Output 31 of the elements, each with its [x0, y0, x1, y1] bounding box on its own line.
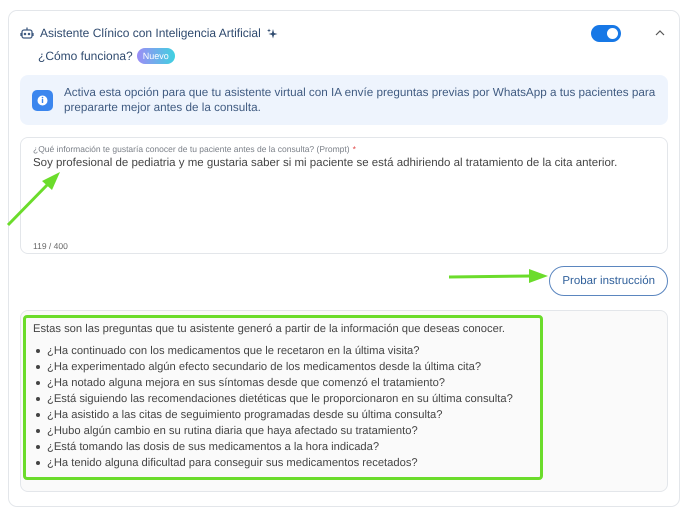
bullet-icon	[36, 445, 40, 449]
test-instruction-button[interactable]: Probar instrucción	[549, 266, 668, 296]
bullet-icon	[36, 349, 40, 353]
question-item: ¿Ha tenido alguna dificultad para conseguir sus medicamentos recetados?	[47, 457, 418, 469]
field-label: ¿Qué información te gustaría conocer de tu paciente antes de la consulta? (Prompt) *	[33, 144, 357, 154]
question-item: ¿Ha notado alguna mejora en sus síntomas desde que comenzó el tratamiento?	[47, 377, 446, 389]
info-icon	[32, 90, 53, 110]
question-item: ¿Ha continuado con los medicamentos que le recetaron en la última visita?	[47, 345, 420, 357]
chevron-icon[interactable]	[655, 30, 665, 36]
bullet-icon	[36, 429, 40, 433]
question-item: ¿Está tomando las dosis de sus medicamentos a la hora indicada?	[47, 441, 380, 453]
question-item: ¿Ha experimentado algún efecto secundario de los medicamentos desde la última cita?	[47, 361, 482, 373]
question-item: ¿Hubo algún cambio en su rutina diaria que haya afectado su tratamiento?	[47, 425, 418, 437]
bullet-icon	[36, 461, 40, 465]
how-it-works-link[interactable]: ¿Cómo funciona?	[38, 49, 133, 63]
bullet-icon	[36, 413, 40, 417]
info-text: Activa esta opción para que tu asistente virtual con IA envíe preguntas previas por WhatsApp a tus pacientes para prepararte mejor antes de la consulta.	[64, 85, 656, 115]
robot-icon	[20, 26, 34, 40]
results-intro: Estas son las preguntas que tu asistente generó a partir de la información que deseas conocer.	[33, 323, 506, 335]
new-badge: Nuevo	[136, 48, 175, 64]
character-counter: 119 / 400	[33, 241, 68, 251]
sparkle-icon	[266, 28, 278, 38]
bullet-icon	[36, 397, 40, 401]
section-title: Asistente Clínico con Inteligencia Artificial	[40, 26, 261, 40]
annotation-arrow	[6, 172, 60, 226]
question-item: ¿Está siguiendo las recomendaciones dietéticas que le proporcionaron en su última consulta?	[47, 393, 513, 405]
toggle-switch[interactable]	[591, 24, 621, 42]
bullet-icon	[36, 365, 40, 369]
bullet-icon	[36, 381, 40, 385]
prompt-field[interactable]: ¿Qué información te gustaría conocer de tu paciente antes de la consulta? (Prompt) * Soy profesional de pediatria y me gustaria saber si mi paciente se está adhiriendo al tratamiento de la cita anterior. 119 / 400	[20, 137, 668, 254]
question-item: ¿Ha asistido a las citas de seguimiento programadas desde su última consulta?	[47, 409, 443, 421]
